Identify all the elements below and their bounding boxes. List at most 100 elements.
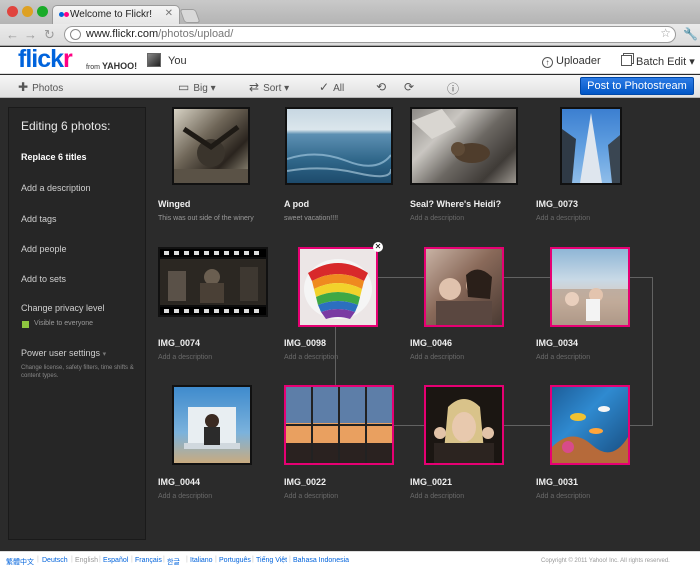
edit-sidebar: Editing 6 photos: Replace 6 titles Add a… bbox=[8, 107, 146, 540]
url-text: www.flickr.com/photos/upload/ bbox=[86, 28, 234, 40]
editing-heading: Editing 6 photos: bbox=[21, 119, 111, 133]
back-arrow-icon[interactable]: ← bbox=[6, 27, 19, 42]
plus-icon: ✚ bbox=[18, 80, 29, 94]
photo-description[interactable]: Add a description bbox=[410, 493, 464, 500]
replace-titles-link[interactable]: Replace 6 titles bbox=[21, 152, 87, 162]
photo-description[interactable]: Add a description bbox=[536, 493, 590, 500]
add-tags-link[interactable]: Add tags bbox=[21, 214, 57, 224]
photo-thumbnail[interactable] bbox=[560, 107, 622, 185]
photo-title[interactable]: IMG_0074 bbox=[158, 338, 200, 348]
photo-chair-image bbox=[184, 407, 240, 449]
reload-icon[interactable]: ↻ bbox=[44, 27, 55, 43]
photo-title[interactable]: IMG_0031 bbox=[536, 477, 578, 487]
photo-thumbnail[interactable] bbox=[298, 247, 378, 327]
new-tab-button[interactable] bbox=[179, 9, 201, 23]
tab-title: Welcome to Flickr! bbox=[70, 9, 153, 20]
power-user-settings-link[interactable]: Power user settings ▾ bbox=[21, 348, 106, 358]
photo-description[interactable]: Add a description bbox=[410, 354, 464, 361]
language-current: English bbox=[75, 557, 98, 564]
add-description-link[interactable]: Add a description bbox=[21, 183, 91, 193]
add-photos-button[interactable]: ✚ Photos bbox=[18, 80, 63, 94]
minimize-window-button[interactable] bbox=[22, 6, 33, 17]
language-link[interactable]: Tiếng Việt bbox=[256, 557, 287, 564]
wrench-icon[interactable]: 🔧 bbox=[683, 27, 698, 41]
language-footer: 繁體中文 | Deutsch | English | Español | Fra… bbox=[0, 551, 700, 571]
language-link[interactable]: Français bbox=[135, 557, 162, 564]
privacy-indicator-icon bbox=[22, 321, 29, 328]
checkmark-icon: ✓ bbox=[319, 80, 330, 94]
photo-reef-image bbox=[552, 406, 628, 463]
language-link[interactable]: Deutsch bbox=[42, 557, 68, 564]
flickr-logo[interactable]: flickr bbox=[18, 47, 73, 72]
photo-thumbnail[interactable] bbox=[284, 385, 394, 465]
photo-seal-image bbox=[412, 109, 490, 163]
photo-title[interactable]: IMG_0021 bbox=[410, 477, 452, 487]
photo-rainbow-cake-image bbox=[304, 259, 372, 319]
photo-description[interactable]: Add a description bbox=[158, 493, 212, 500]
avatar[interactable] bbox=[147, 53, 161, 67]
photo-thumbnail[interactable] bbox=[172, 385, 252, 465]
add-people-link[interactable]: Add people bbox=[21, 244, 67, 254]
photo-thumbnail[interactable] bbox=[424, 385, 504, 465]
language-link[interactable]: Bahasa Indonesia bbox=[293, 557, 349, 564]
language-link[interactable]: Español bbox=[103, 557, 128, 564]
browser-tab[interactable]: Welcome to Flickr! ✕ bbox=[52, 5, 180, 24]
zoom-window-button[interactable] bbox=[37, 6, 48, 17]
photo-description[interactable]: Add a description bbox=[410, 215, 464, 222]
photo-portrait-image bbox=[434, 399, 494, 463]
photo-thumbnail[interactable] bbox=[424, 247, 504, 327]
language-link[interactable]: 繁體中文 bbox=[6, 557, 34, 567]
photo-crowd-image bbox=[552, 288, 628, 325]
you-link[interactable]: You bbox=[168, 55, 187, 67]
photo-description[interactable]: sweet vacation!!!! bbox=[284, 215, 338, 222]
photo-title[interactable]: IMG_0073 bbox=[536, 199, 578, 209]
photo-description[interactable]: Add a description bbox=[284, 493, 338, 500]
select-all-button[interactable]: ✓ All bbox=[319, 80, 344, 94]
info-icon[interactable]: ⓘ bbox=[447, 80, 463, 97]
photo-thumbnail[interactable] bbox=[550, 247, 630, 327]
language-link[interactable]: Português bbox=[219, 557, 251, 564]
photo-description[interactable]: Add a description bbox=[158, 354, 212, 361]
uploader-button[interactable]: ↑ Uploader bbox=[542, 55, 601, 68]
photo-description[interactable]: Add a description bbox=[536, 215, 590, 222]
photo-sunset-grid-image bbox=[286, 387, 392, 463]
photo-title[interactable]: IMG_0044 bbox=[158, 477, 200, 487]
photo-thumbnail[interactable] bbox=[172, 107, 250, 185]
photo-thumbnail[interactable] bbox=[410, 107, 518, 185]
photo-friends-image bbox=[436, 269, 492, 325]
remove-photo-close-icon[interactable]: ✕ bbox=[373, 242, 383, 252]
from-yahoo-text: from YAHOO! bbox=[86, 61, 138, 71]
post-to-photostream-button[interactable]: Post to Photostream bbox=[580, 77, 694, 95]
upload-toolbar: ✚ Photos ▭ Big ▾ ⇄ Sort ▾ ✓ All ⟲ ⟳ ⓘ Post t… bbox=[0, 75, 700, 98]
forward-arrow-icon[interactable]: → bbox=[24, 27, 37, 42]
photo-title[interactable]: IMG_0046 bbox=[410, 338, 452, 348]
photo-title[interactable]: Seal? Where's Heidi? bbox=[410, 199, 501, 209]
size-dropdown[interactable]: ▭ Big ▾ bbox=[178, 80, 216, 94]
image-size-icon: ▭ bbox=[178, 80, 190, 94]
batch-edit-button[interactable]: Batch Edit ▾ bbox=[621, 55, 695, 68]
photo-title[interactable]: IMG_0098 bbox=[284, 338, 326, 348]
bookmark-star-icon[interactable]: ☆ bbox=[660, 26, 671, 40]
photo-pyramid-image bbox=[562, 113, 620, 183]
close-window-button[interactable] bbox=[7, 6, 18, 17]
rotate-right-icon[interactable]: ⟳ bbox=[404, 80, 418, 94]
change-privacy-link[interactable]: Change privacy level bbox=[21, 303, 105, 313]
photo-description[interactable]: Add a description bbox=[284, 354, 338, 361]
photo-thumbnail[interactable] bbox=[285, 107, 393, 185]
photo-description[interactable]: This was out side of the winery bbox=[158, 215, 254, 222]
language-link[interactable]: Italiano bbox=[190, 557, 213, 564]
language-link[interactable]: 한글 bbox=[167, 557, 180, 567]
photo-description[interactable]: Add a description bbox=[536, 354, 590, 361]
photo-thumbnail[interactable] bbox=[550, 385, 630, 465]
tab-close-icon[interactable]: ✕ bbox=[165, 8, 173, 19]
photo-title[interactable]: Winged bbox=[158, 199, 190, 209]
upload-arrow-icon: ↑ bbox=[542, 57, 553, 68]
photo-title[interactable]: IMG_0034 bbox=[536, 338, 578, 348]
photo-title[interactable]: A pod bbox=[284, 199, 309, 209]
sort-dropdown[interactable]: ⇄ Sort ▾ bbox=[249, 80, 289, 94]
rotate-left-icon[interactable]: ⟲ bbox=[376, 80, 390, 94]
add-to-sets-link[interactable]: Add to sets bbox=[21, 274, 66, 284]
photo-thumbnail[interactable] bbox=[158, 247, 268, 317]
address-bar[interactable]: www.flickr.com/photos/upload/ ☆ bbox=[64, 26, 676, 43]
photo-title[interactable]: IMG_0022 bbox=[284, 477, 326, 487]
